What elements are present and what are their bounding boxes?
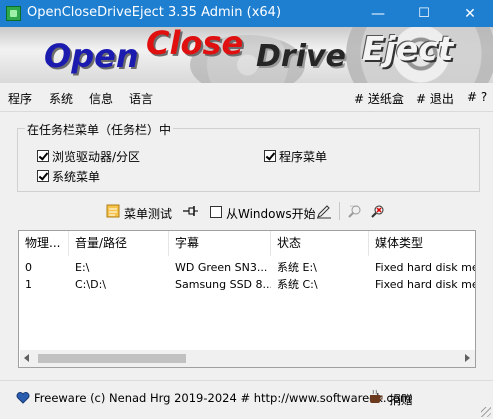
table-row[interactable]: 1 C:\D:\ Samsung SSD 8... 系统 C:\ Fixed h…: [19, 276, 475, 293]
program-menu-checkbox[interactable]: [264, 150, 276, 162]
scroll-right-arrow-icon[interactable]: [465, 354, 470, 362]
donate-button[interactable]: 捐赠: [389, 391, 413, 408]
start-with-windows-checkbox[interactable]: [210, 206, 222, 218]
table-cell: Fixed hard disk medi: [375, 278, 475, 291]
table-cell: C:\D:\: [75, 278, 106, 291]
system-menu-checkbox[interactable]: [37, 170, 49, 182]
menu-test-button[interactable]: 菜单测试: [124, 205, 172, 222]
menu-bar: 程序 系统 信息 语言 # 送纸盒 # 退出 # ?: [0, 83, 493, 112]
menu-tray[interactable]: # 送纸盒: [354, 90, 404, 107]
coffee-icon[interactable]: [368, 389, 384, 405]
table-cell: 系统 C:\: [277, 278, 318, 291]
footer-divider: [0, 380, 493, 381]
pin-icon[interactable]: [183, 205, 199, 217]
menu-help[interactable]: # ?: [467, 90, 487, 104]
app-icon: [6, 6, 21, 21]
program-menu-label: 程序菜单: [279, 150, 328, 164]
table-cell: WD Green SN3...: [175, 261, 268, 274]
table-cell: E:\: [75, 261, 90, 274]
column-header-physical[interactable]: 物理...: [19, 231, 69, 256]
menu-system[interactable]: 系统: [49, 90, 73, 107]
banner-word-eject: Eject: [362, 29, 454, 68]
table-cell: 0: [25, 261, 32, 274]
footer-credits-link[interactable]: Freeware (c) Nenad Hrg 2019-2024 # http:…: [34, 391, 411, 405]
minimize-button[interactable]: —: [355, 0, 401, 27]
table-row[interactable]: 0 E:\ WD Green SN3... 系统 E:\ Fixed hard …: [19, 259, 475, 276]
banner-word-drive: Drive: [256, 39, 346, 74]
svg-text:zoom: zoom: [350, 204, 358, 208]
browse-drives-checkbox[interactable]: [37, 150, 49, 162]
system-menu-label: 系统菜单: [52, 170, 101, 184]
scrollbar-thumb[interactable]: [38, 354, 186, 363]
zoom-icon[interactable]: zoom: [347, 203, 363, 219]
table-cell: Fixed hard disk medi: [375, 261, 475, 274]
table-cell: 1: [25, 278, 32, 291]
resize-grip[interactable]: [481, 407, 491, 417]
scroll-left-arrow-icon[interactable]: [24, 354, 29, 362]
menu-exit[interactable]: # 退出: [416, 90, 454, 107]
table-cell: 系统 E:\: [277, 261, 317, 274]
column-header-media-type[interactable]: 媒体类型: [369, 231, 475, 256]
menu-language[interactable]: 语言: [129, 90, 153, 107]
table-cell: Samsung SSD 8...: [175, 278, 271, 291]
maximize-button[interactable]: ☐: [401, 0, 447, 27]
browse-drives-label: 浏览驱动器/分区: [52, 150, 141, 164]
banner-logo: Open Close Drive Eject: [0, 27, 493, 83]
title-bar: OpenCloseDriveEject 3.35 Admin (x64) — ☐…: [0, 0, 493, 27]
edit-icon[interactable]: [316, 203, 332, 219]
menu-test-icon[interactable]: [106, 204, 120, 218]
column-header-caption[interactable]: 字幕: [169, 231, 271, 256]
menu-info[interactable]: 信息: [89, 90, 113, 107]
banner-word-close: Close: [146, 27, 244, 62]
banner-word-open: Open: [44, 37, 139, 75]
menu-program[interactable]: 程序: [8, 90, 32, 107]
toolbar-separator: [339, 202, 340, 220]
window-title: OpenCloseDriveEject 3.35 Admin (x64): [27, 5, 282, 20]
close-button[interactable]: ✕: [447, 0, 493, 27]
drive-list-table[interactable]: 物理... 音量/路径 字幕 状态 媒体类型 0 E:\ WD Green SN…: [18, 230, 476, 368]
start-with-windows-label: 从Windows开始: [226, 207, 316, 221]
group-title: 在任务栏菜单（任务栏）中: [25, 121, 174, 138]
column-header-volume-path[interactable]: 音量/路径: [69, 231, 169, 256]
horizontal-scrollbar[interactable]: [20, 350, 475, 367]
eject-icon[interactable]: [370, 203, 386, 219]
heart-icon: [16, 391, 30, 404]
column-header-status[interactable]: 状态: [271, 231, 369, 256]
